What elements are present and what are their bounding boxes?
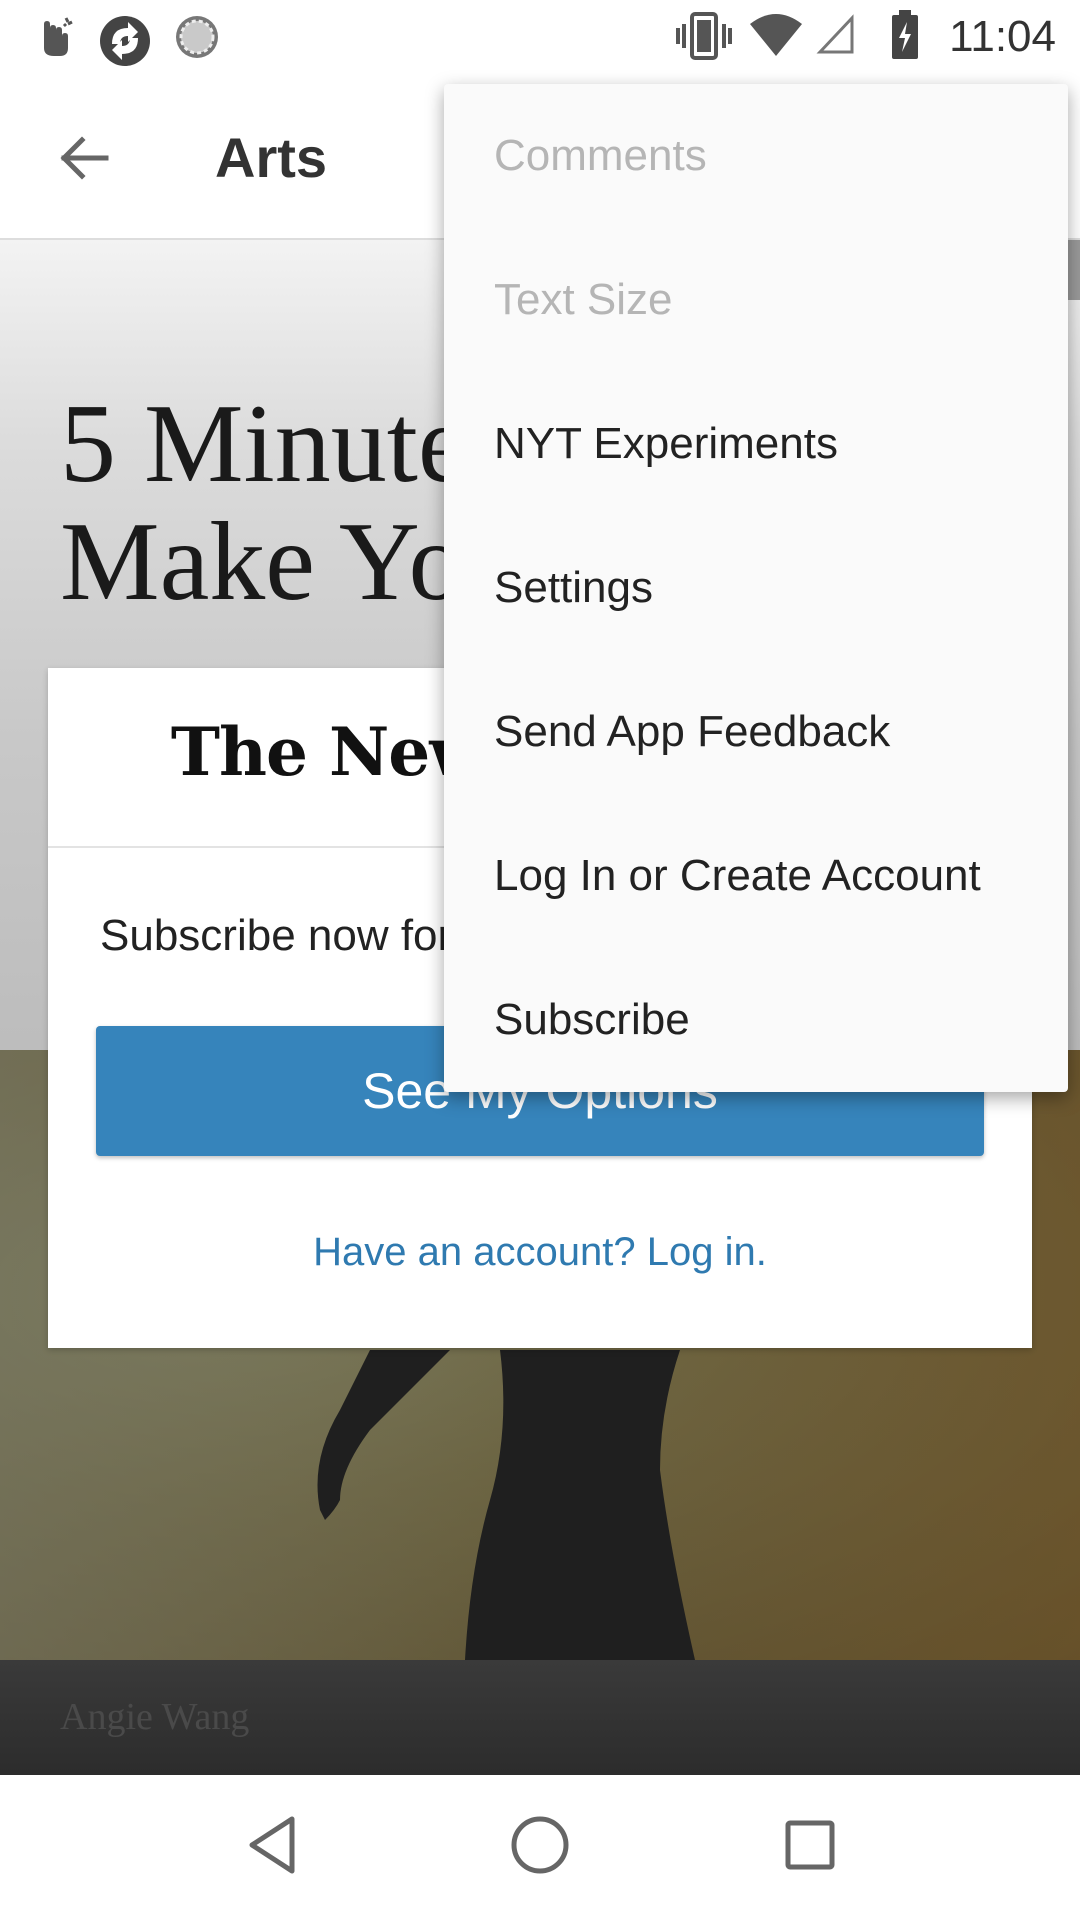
overflow-menu: Comments Text Size NYT Experiments Setti…	[444, 84, 1068, 1092]
menu-item-nyt-experiments[interactable]: NYT Experiments	[444, 372, 1068, 516]
loading-icon	[176, 16, 218, 58]
menu-item-log-in[interactable]: Log In or Create Account	[444, 804, 1068, 948]
system-nav-bar	[0, 1775, 1080, 1920]
status-time: 11:04	[949, 12, 1056, 61]
menu-item-comments: Comments	[494, 131, 707, 180]
status-bar: 11:04	[0, 0, 1080, 75]
section-title: Arts	[215, 126, 328, 189]
nav-recents-icon[interactable]	[780, 1813, 840, 1877]
scroll-indicator[interactable]	[1068, 240, 1080, 300]
nav-home-icon[interactable]	[508, 1813, 572, 1877]
login-link[interactable]: Have an account? Log in.	[48, 1230, 1032, 1275]
menu-item-text-size: Text Size	[494, 275, 673, 324]
app-sync-icon	[100, 16, 150, 66]
battery-charging-icon	[892, 10, 918, 59]
menu-item-send-app-feedback[interactable]: Send App Feedback	[444, 660, 1068, 804]
vibrate-icon	[676, 12, 732, 60]
cell-signal-icon	[816, 14, 854, 54]
dancer-silhouette-illustration	[317, 1350, 695, 1660]
wifi-icon	[750, 14, 802, 56]
nav-back-icon[interactable]	[246, 1813, 298, 1877]
menu-item-subscribe[interactable]: Subscribe	[444, 948, 1068, 1092]
back-arrow-icon[interactable]	[56, 130, 112, 186]
menu-item-settings[interactable]: Settings	[444, 516, 1068, 660]
gesture-icon	[44, 17, 73, 56]
photo-credit: Angie Wang	[60, 1696, 250, 1738]
